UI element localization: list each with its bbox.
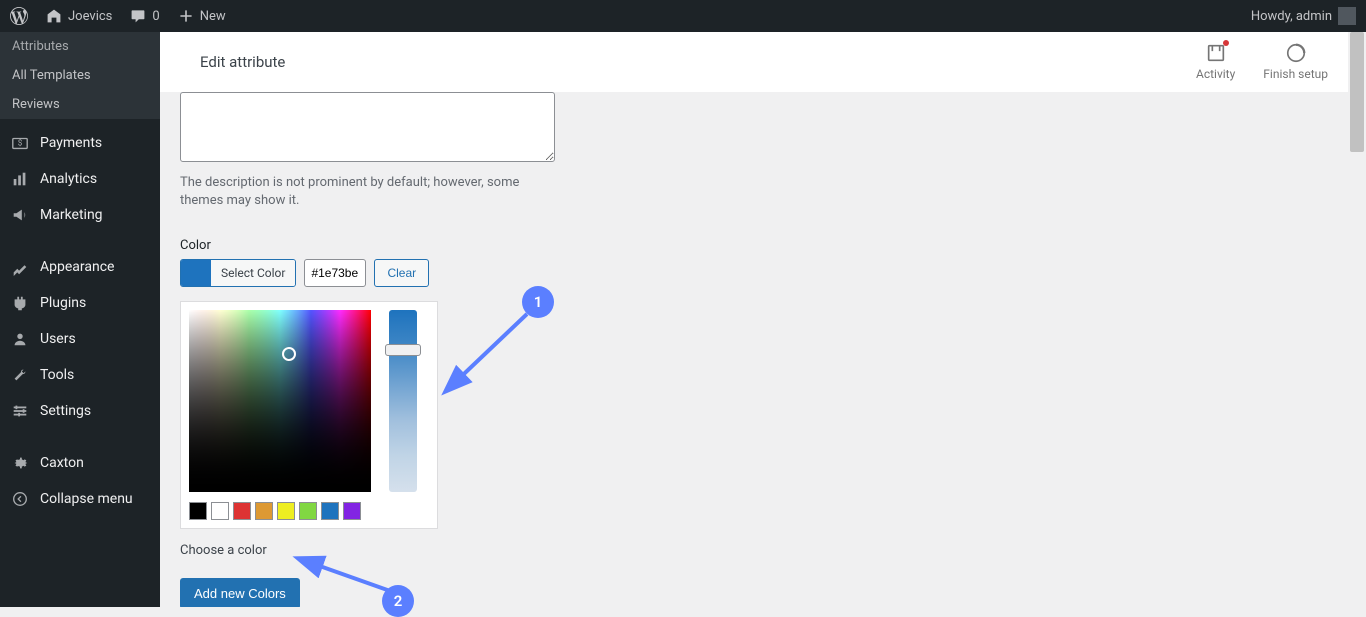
analytics-icon (10, 169, 30, 189)
sidebar-item-plugins[interactable]: Plugins (0, 285, 160, 321)
comment-icon (130, 8, 146, 24)
page-header: Edit attribute Activity Finish setup (160, 32, 1348, 92)
hue-slider[interactable] (389, 310, 417, 492)
svg-text:$: $ (18, 138, 23, 148)
plugins-label: Plugins (40, 295, 86, 311)
appearance-label: Appearance (40, 259, 114, 275)
howdy-text: Howdy, admin (1251, 9, 1332, 24)
marketing-icon (10, 205, 30, 225)
palette-purple[interactable] (343, 502, 361, 520)
clear-color-button[interactable]: Clear (374, 259, 429, 287)
users-label: Users (40, 331, 76, 347)
appearance-icon (10, 257, 30, 277)
add-new-colors-button[interactable]: Add new Colors (180, 578, 300, 607)
admin-bar: Joevics 0 New Howdy, admin (0, 0, 1366, 32)
activity-button[interactable]: Activity (1196, 42, 1235, 81)
new-label: New (200, 9, 226, 24)
description-textarea[interactable] (180, 92, 555, 162)
palette-orange[interactable] (255, 502, 273, 520)
sidebar-item-tools[interactable]: Tools (0, 357, 160, 393)
inbox-icon (1205, 42, 1227, 64)
annotation-marker-1: 1 (522, 286, 554, 318)
page-title: Edit attribute (180, 53, 1196, 71)
sidebar-item-settings[interactable]: Settings (0, 393, 160, 429)
tools-icon (10, 365, 30, 385)
sidebar-item-reviews[interactable]: Reviews (0, 90, 160, 119)
new-content-link[interactable]: New (178, 8, 226, 24)
hex-color-input[interactable] (304, 259, 366, 287)
sidebar-item-caxton[interactable]: Caxton (0, 445, 160, 481)
marketing-label: Marketing (40, 207, 103, 223)
palette-white[interactable] (211, 502, 229, 520)
main-content: Edit attribute Activity Finish setup The… (160, 32, 1348, 607)
admin-sidebar: Attributes All Templates Reviews $ Payme… (0, 32, 160, 607)
palette-black[interactable] (189, 502, 207, 520)
comments-link[interactable]: 0 (130, 8, 159, 24)
color-preview-swatch (181, 260, 211, 286)
annotation-marker-2: 2 (382, 585, 414, 617)
plugins-icon (10, 293, 30, 313)
sidebar-item-all-templates[interactable]: All Templates (0, 61, 160, 90)
color-field-label: Color (180, 238, 1328, 253)
caxton-label: Caxton (40, 455, 84, 471)
collapse-icon (10, 489, 30, 509)
saturation-handle[interactable] (282, 347, 296, 361)
avatar (1338, 7, 1356, 25)
howdy-link[interactable]: Howdy, admin (1251, 7, 1356, 25)
site-name: Joevics (68, 9, 112, 24)
payments-label: Payments (40, 135, 102, 151)
form-content: The description is not prominent by defa… (160, 92, 1348, 607)
comments-count: 0 (152, 9, 159, 24)
select-color-button[interactable]: Select Color (180, 259, 296, 287)
plus-icon (178, 8, 194, 24)
palette-yellow[interactable] (277, 502, 295, 520)
collapse-label: Collapse menu (40, 491, 133, 507)
palette-blue[interactable] (321, 502, 339, 520)
settings-label: Settings (40, 403, 91, 419)
tools-label: Tools (40, 367, 74, 383)
palette-red[interactable] (233, 502, 251, 520)
color-picker-panel (180, 301, 438, 529)
users-icon (10, 329, 30, 349)
sidebar-item-marketing[interactable]: Marketing (0, 197, 160, 233)
site-name-link[interactable]: Joevics (46, 8, 112, 24)
sidebar-item-collapse[interactable]: Collapse menu (0, 481, 160, 517)
finish-setup-label: Finish setup (1263, 67, 1328, 81)
annotation-arrow-1 (435, 302, 545, 412)
settings-icon (10, 401, 30, 421)
scrollbar-thumb[interactable] (1350, 32, 1364, 152)
select-color-label: Select Color (211, 260, 295, 286)
sidebar-item-users[interactable]: Users (0, 321, 160, 357)
scrollbar-track[interactable] (1348, 32, 1366, 607)
home-icon (46, 8, 62, 24)
wp-logo[interactable] (10, 7, 28, 25)
sidebar-item-payments[interactable]: $ Payments (0, 125, 160, 161)
activity-label: Activity (1196, 67, 1235, 81)
sidebar-item-attributes[interactable]: Attributes (0, 32, 160, 61)
hue-handle[interactable] (385, 344, 421, 356)
payments-icon: $ (10, 133, 30, 153)
finish-setup-button[interactable]: Finish setup (1263, 42, 1328, 81)
palette-presets (189, 502, 429, 520)
palette-green[interactable] (299, 502, 317, 520)
saturation-picker[interactable] (189, 310, 371, 492)
description-help: The description is not prominent by defa… (180, 174, 555, 210)
sidebar-item-analytics[interactable]: Analytics (0, 161, 160, 197)
sidebar-item-appearance[interactable]: Appearance (0, 249, 160, 285)
analytics-label: Analytics (40, 171, 97, 187)
notification-dot (1223, 40, 1229, 46)
gear-icon (10, 453, 30, 473)
wordpress-icon (10, 7, 28, 25)
progress-icon (1285, 42, 1307, 64)
